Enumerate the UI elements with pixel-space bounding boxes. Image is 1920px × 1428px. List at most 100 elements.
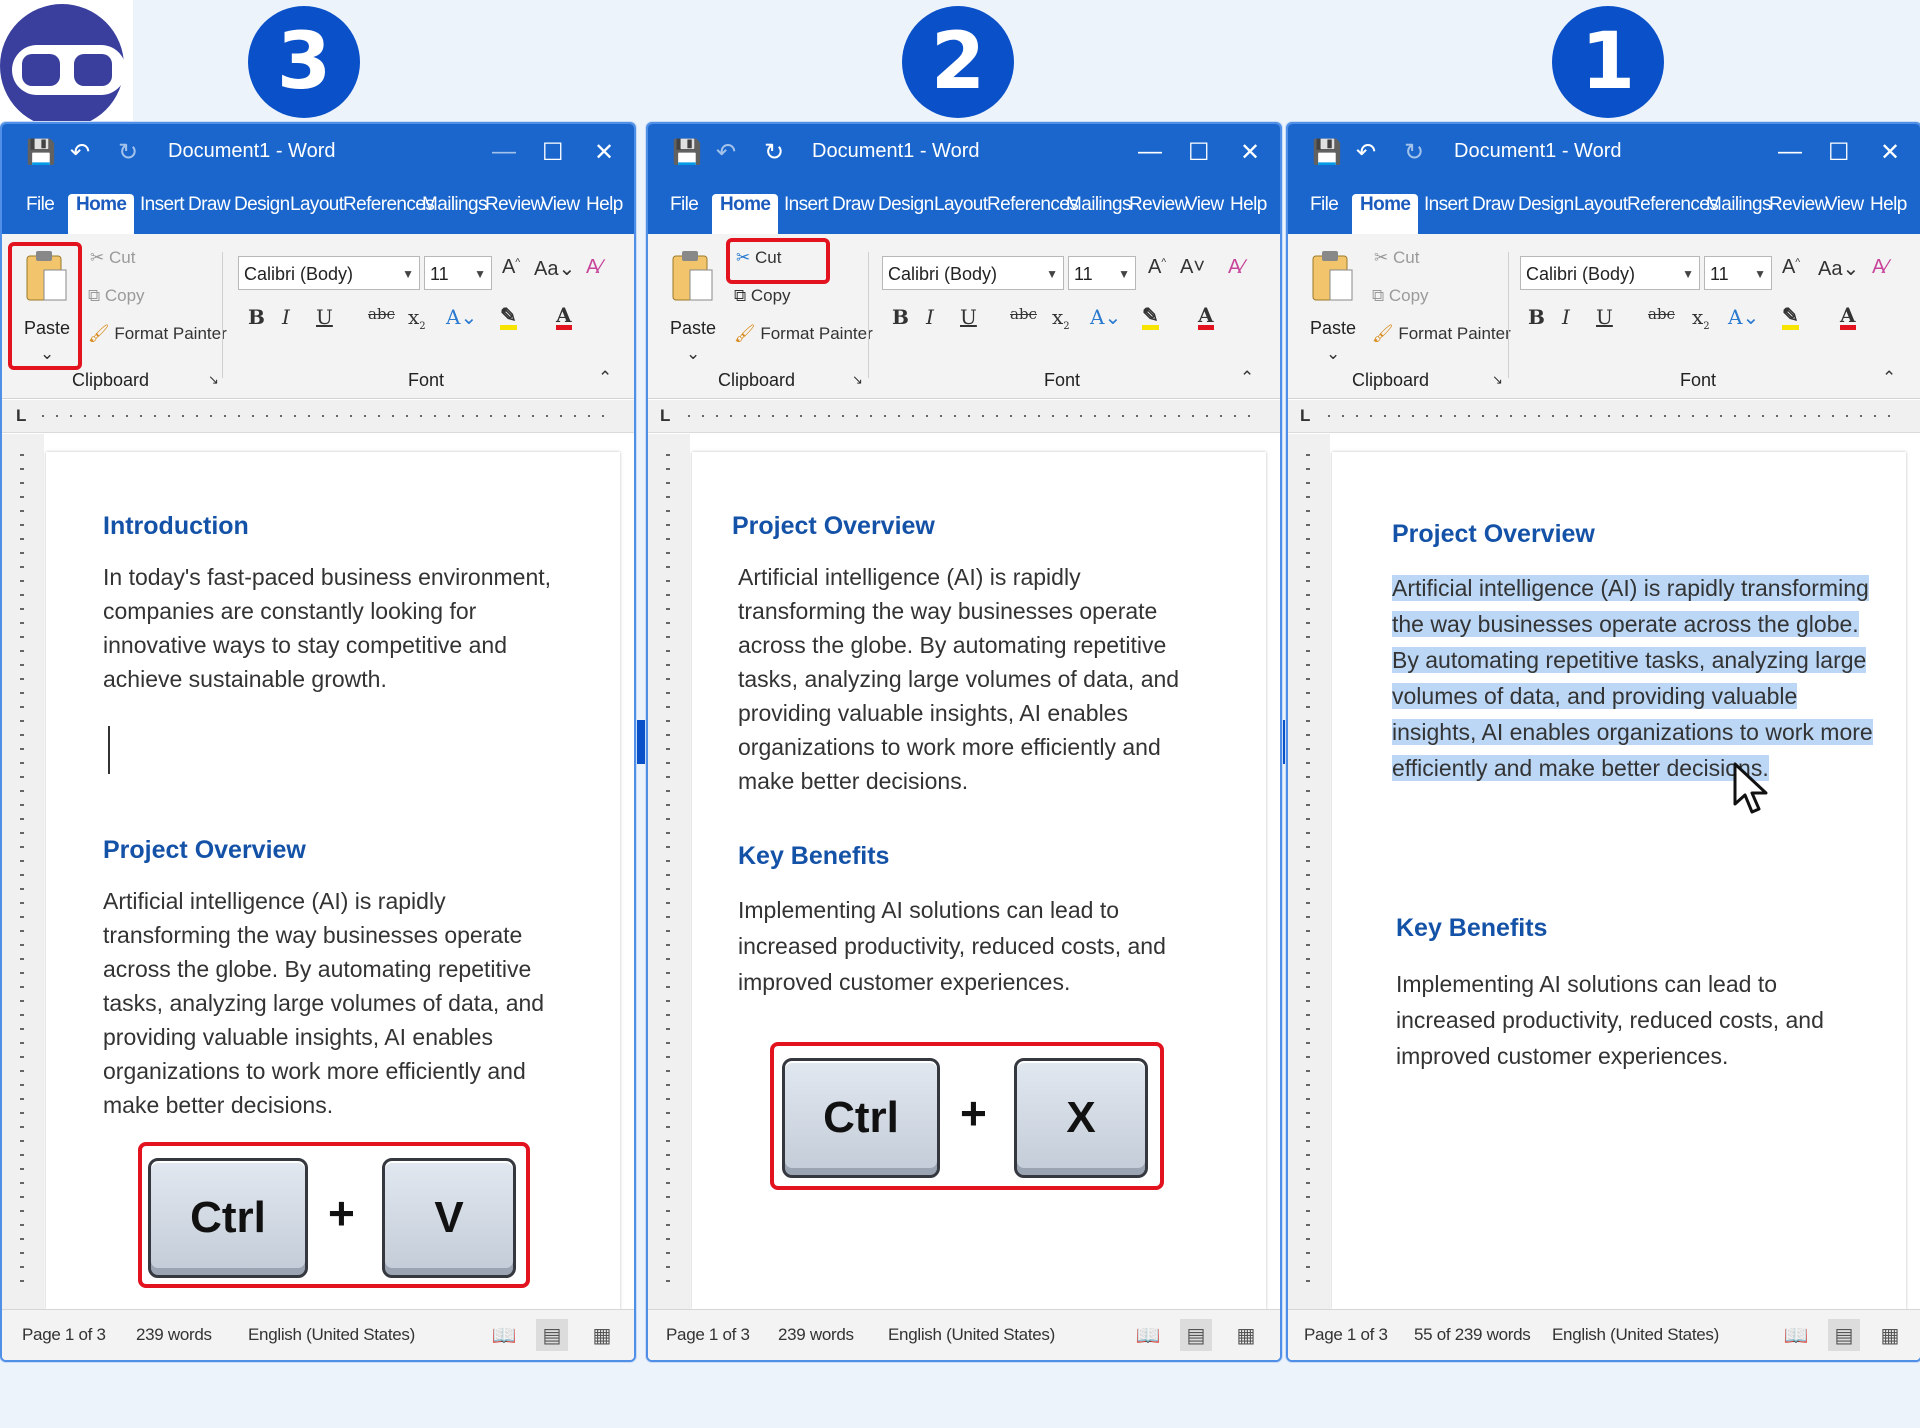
tab-draw[interactable]: Draw [188, 194, 231, 234]
tab-layout[interactable]: Layout [290, 194, 344, 234]
tab-home[interactable]: Home [1352, 194, 1419, 234]
format-painter-button[interactable]: 🖌 Format Painter [1372, 324, 1511, 344]
font-color-icon[interactable]: A [1198, 305, 1214, 330]
web-layout-icon[interactable]: ▦ [586, 1319, 618, 1351]
tab-selector[interactable]: L [16, 406, 26, 426]
tab-layout[interactable]: Layout [934, 194, 988, 234]
tab-view[interactable]: View [1185, 194, 1224, 234]
collapse-ribbon-icon[interactable]: ⌃ [1882, 368, 1896, 388]
tab-layout[interactable]: Layout [1574, 194, 1628, 234]
underline-icon[interactable]: U [1596, 305, 1613, 329]
tab-file[interactable]: File [1310, 194, 1339, 234]
close-icon[interactable]: ✕ [1880, 138, 1900, 167]
font-size-select[interactable]: 11 ▼ [424, 256, 492, 290]
font-color-icon[interactable]: A [1840, 305, 1856, 330]
undo-icon[interactable]: ↶ [716, 138, 736, 167]
minimize-icon[interactable]: — [1138, 138, 1162, 166]
web-layout-icon[interactable]: ▦ [1230, 1319, 1262, 1351]
strikethrough-icon[interactable]: abc [1648, 305, 1675, 323]
tab-mailings[interactable]: Mailings [422, 194, 488, 234]
undo-icon[interactable]: ↶ [1356, 138, 1376, 167]
tab-help[interactable]: Help [1870, 194, 1907, 234]
tab-mailings[interactable]: Mailings [1706, 194, 1772, 234]
tab-review[interactable]: Review [1129, 194, 1188, 234]
collapse-ribbon-icon[interactable]: ⌃ [1240, 368, 1254, 388]
clear-formatting-icon[interactable]: A∕ [1872, 256, 1889, 279]
word-count[interactable]: 55 of 239 words [1414, 1325, 1531, 1345]
highlight-icon[interactable]: ✎ [1782, 305, 1799, 330]
word-count[interactable]: 239 words [136, 1325, 212, 1345]
maximize-icon[interactable]: ☐ [1188, 138, 1210, 167]
dialog-launcher-icon[interactable]: ↘ [852, 372, 863, 388]
subscript-icon[interactable]: x2 [1692, 305, 1710, 332]
redo-icon[interactable]: ↻ [1404, 138, 1424, 167]
highlight-icon[interactable]: ✎ [1142, 305, 1159, 330]
grow-font-icon[interactable]: A^ [502, 256, 520, 279]
tab-references[interactable]: References [1627, 194, 1719, 234]
web-layout-icon[interactable]: ▦ [1874, 1319, 1906, 1351]
maximize-icon[interactable]: ☐ [1828, 138, 1850, 167]
tab-design[interactable]: Design [1518, 194, 1574, 234]
cut-button[interactable]: ✂ Cut [1374, 248, 1419, 268]
save-icon[interactable]: 💾 [26, 138, 56, 167]
print-layout-icon[interactable]: ▤ [1180, 1319, 1212, 1351]
shrink-font-icon[interactable]: A˅ [1180, 256, 1205, 279]
page-count[interactable]: Page 1 of 3 [1304, 1325, 1388, 1345]
tab-home[interactable]: Home [712, 194, 779, 234]
tab-help[interactable]: Help [586, 194, 623, 234]
read-mode-icon[interactable]: 📖 [1780, 1319, 1812, 1351]
read-mode-icon[interactable]: 📖 [1132, 1319, 1164, 1351]
tab-file[interactable]: File [26, 194, 55, 234]
language-status[interactable]: English (United States) [888, 1325, 1055, 1345]
text-effects-icon[interactable]: A⌄ [1090, 305, 1121, 329]
copy-button[interactable]: ⧉ Copy [88, 286, 145, 306]
italic-icon[interactable]: I [926, 305, 934, 329]
copy-button[interactable]: ⧉ Copy [734, 286, 791, 306]
bold-icon[interactable]: B [248, 305, 265, 329]
text-effects-icon[interactable]: A⌄ [1728, 305, 1759, 329]
font-name-select[interactable]: Calibri (Body) ▼ [882, 256, 1064, 290]
tab-view[interactable]: View [541, 194, 580, 234]
close-icon[interactable]: ✕ [1240, 138, 1260, 167]
dialog-launcher-icon[interactable]: ↘ [1492, 372, 1503, 388]
tab-selector[interactable]: L [1300, 406, 1310, 426]
tab-draw[interactable]: Draw [1472, 194, 1515, 234]
tab-view[interactable]: View [1825, 194, 1864, 234]
tab-insert[interactable]: Insert [784, 194, 829, 234]
undo-icon[interactable]: ↶ [70, 138, 90, 167]
bold-icon[interactable]: B [892, 305, 909, 329]
tab-home[interactable]: Home [68, 194, 135, 234]
paste-button[interactable]: Paste [1310, 318, 1356, 339]
tab-insert[interactable]: Insert [1424, 194, 1469, 234]
tab-file[interactable]: File [670, 194, 699, 234]
print-layout-icon[interactable]: ▤ [1828, 1319, 1860, 1351]
dialog-launcher-icon[interactable]: ↘ [208, 372, 219, 388]
grow-font-icon[interactable]: A^ [1782, 256, 1800, 279]
read-mode-icon[interactable]: 📖 [488, 1319, 520, 1351]
subscript-icon[interactable]: x2 [1052, 305, 1070, 332]
minimize-icon[interactable]: — [1778, 138, 1802, 166]
document-page[interactable]: Project Overview Artificial intelligence… [692, 452, 1266, 1310]
text-effects-icon[interactable]: A⌄ [446, 305, 477, 329]
paste-button[interactable]: Paste [670, 318, 716, 339]
font-color-icon[interactable]: A [556, 305, 572, 330]
redo-icon[interactable]: ↻ [118, 138, 138, 167]
font-name-select[interactable]: Calibri (Body) ▼ [1520, 256, 1700, 290]
paste-dropdown-icon[interactable]: ⌄ [686, 344, 700, 364]
strikethrough-icon[interactable]: abc [1010, 305, 1037, 323]
tab-help[interactable]: Help [1230, 194, 1267, 234]
tab-review[interactable]: Review [1769, 194, 1828, 234]
bold-icon[interactable]: B [1528, 305, 1545, 329]
paste-dropdown-icon[interactable]: ⌄ [1326, 344, 1340, 364]
tab-mailings[interactable]: Mailings [1066, 194, 1132, 234]
redo-icon[interactable]: ↻ [764, 138, 784, 167]
language-status[interactable]: English (United States) [248, 1325, 415, 1345]
subscript-icon[interactable]: x2 [408, 305, 426, 332]
collapse-ribbon-icon[interactable]: ⌃ [598, 368, 612, 388]
print-layout-icon[interactable]: ▤ [536, 1319, 568, 1351]
tab-review[interactable]: Review [485, 194, 544, 234]
tab-references[interactable]: References [987, 194, 1079, 234]
word-count[interactable]: 239 words [778, 1325, 854, 1345]
save-icon[interactable]: 💾 [1312, 138, 1342, 167]
underline-icon[interactable]: U [316, 305, 333, 329]
